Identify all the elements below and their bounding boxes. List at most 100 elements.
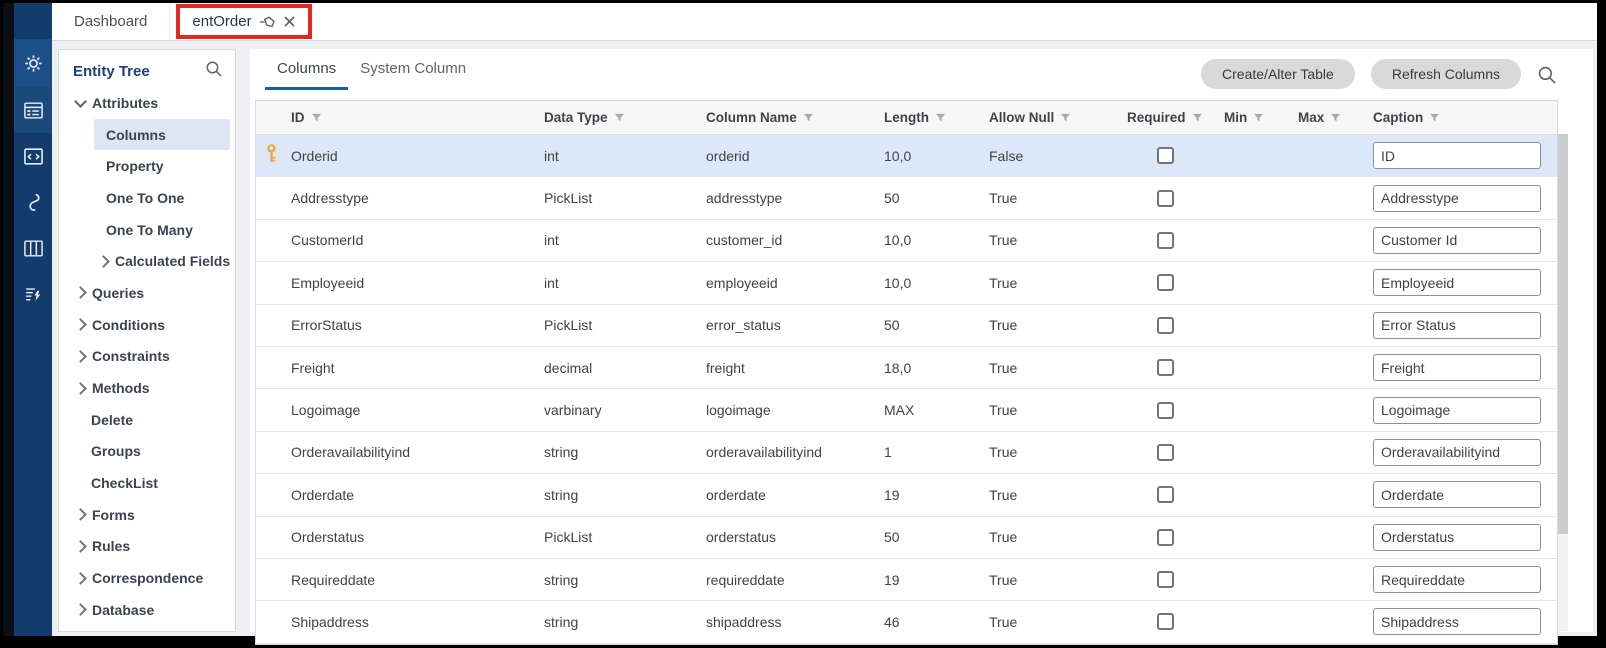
required-checkbox[interactable] bbox=[1156, 443, 1174, 461]
filter-icon[interactable] bbox=[935, 113, 946, 123]
vertical-scrollbar[interactable] bbox=[1558, 134, 1568, 631]
filter-icon[interactable] bbox=[1429, 113, 1440, 123]
table-row[interactable]: Orderstatus PickList orderstatus 50 True bbox=[256, 516, 1557, 559]
tree-item-conditions[interactable]: Conditions bbox=[59, 309, 235, 341]
caption-input[interactable] bbox=[1373, 226, 1541, 254]
table-row[interactable]: ErrorStatus PickList error_status 50 Tru… bbox=[256, 304, 1557, 347]
required-checkbox[interactable] bbox=[1156, 189, 1174, 207]
required-checkbox[interactable] bbox=[1156, 571, 1174, 589]
tab-dashboard[interactable]: Dashboard bbox=[52, 3, 171, 40]
scrollbar-thumb[interactable] bbox=[1558, 134, 1568, 534]
required-checkbox[interactable] bbox=[1156, 528, 1174, 546]
chevron-right-icon bbox=[97, 254, 110, 268]
column-header-max[interactable]: Max bbox=[1288, 110, 1364, 125]
caption-input[interactable] bbox=[1373, 184, 1541, 212]
main-column: Dashboard entOrder Entity Tree Attribute… bbox=[52, 3, 1597, 645]
tree-search-icon[interactable] bbox=[205, 60, 223, 83]
table-row[interactable]: Freight decimal freight 18,0 True bbox=[256, 346, 1557, 390]
refresh-columns-button[interactable]: Refresh Columns bbox=[1370, 59, 1521, 89]
filter-icon[interactable] bbox=[1060, 113, 1071, 123]
required-checkbox[interactable] bbox=[1156, 316, 1174, 334]
table-row[interactable]: Addresstype PickList addresstype 50 True bbox=[256, 177, 1557, 220]
tree-item-correspondence[interactable]: Correspondence bbox=[59, 562, 235, 594]
tree-item-columns[interactable]: Columns bbox=[94, 118, 230, 151]
tab-system-column[interactable]: System Column bbox=[348, 49, 478, 90]
create-alter-table-button[interactable]: Create/Alter Table bbox=[1201, 59, 1355, 89]
tree-item-forms[interactable]: Forms bbox=[59, 499, 235, 531]
panel-header: Columns System Column Create/Alter Table… bbox=[250, 49, 1593, 93]
tree-item-rules[interactable]: Rules bbox=[59, 531, 235, 563]
column-header-caption[interactable]: Caption bbox=[1364, 110, 1557, 125]
sidebar-item-code[interactable] bbox=[14, 133, 52, 179]
required-checkbox[interactable] bbox=[1156, 231, 1174, 249]
caption-input[interactable] bbox=[1373, 354, 1541, 382]
tab-entorder[interactable]: entOrder bbox=[180, 8, 307, 35]
chevron-right-icon bbox=[74, 349, 87, 363]
table-row[interactable]: Orderid int orderid 10,0 False bbox=[256, 135, 1557, 178]
chevron-right-icon bbox=[74, 508, 87, 522]
sidebar-item-entities[interactable] bbox=[14, 87, 52, 133]
caption-input[interactable] bbox=[1373, 523, 1541, 551]
table-row[interactable]: CustomerId int customer_id 10,0 True bbox=[256, 219, 1557, 263]
caption-input[interactable] bbox=[1373, 311, 1541, 339]
required-checkbox[interactable] bbox=[1156, 401, 1174, 419]
required-checkbox[interactable] bbox=[1156, 147, 1174, 165]
column-header-id[interactable]: ID bbox=[256, 110, 530, 125]
caption-input[interactable] bbox=[1373, 566, 1541, 594]
filter-icon[interactable] bbox=[1253, 113, 1264, 123]
chevron-right-icon bbox=[74, 286, 87, 300]
caption-input[interactable] bbox=[1373, 142, 1541, 170]
required-checkbox[interactable] bbox=[1156, 613, 1174, 631]
filter-icon[interactable] bbox=[614, 113, 625, 123]
chevron-right-icon bbox=[74, 540, 87, 553]
search-icon[interactable] bbox=[1537, 65, 1557, 85]
tree-item-attributes[interactable]: Attributes bbox=[59, 87, 235, 119]
column-header-allow-null[interactable]: Allow Null bbox=[978, 110, 1116, 125]
sidebar-item-settings[interactable] bbox=[14, 39, 52, 87]
tree-item-groups[interactable]: Groups bbox=[59, 436, 235, 468]
column-header-data-type[interactable]: Data Type bbox=[530, 110, 696, 125]
table-row[interactable]: Orderavailabilityind string orderavailab… bbox=[256, 431, 1557, 475]
sidebar-item-columns-layout[interactable] bbox=[14, 225, 52, 271]
required-checkbox[interactable] bbox=[1156, 274, 1174, 292]
table-row[interactable]: Requireddate string requireddate 19 True bbox=[256, 558, 1557, 602]
caption-input[interactable] bbox=[1373, 396, 1541, 424]
pin-icon[interactable] bbox=[259, 15, 276, 29]
tree-item-constraints[interactable]: Constraints bbox=[59, 341, 235, 373]
panel-tabs: Columns System Column bbox=[250, 49, 478, 90]
table-row[interactable]: Logoimage varbinary logoimage MAX True bbox=[256, 389, 1557, 432]
tree-item-database[interactable]: Database bbox=[59, 594, 235, 626]
filter-icon[interactable] bbox=[1192, 113, 1203, 123]
tree-item-one-to-one[interactable]: One To One bbox=[59, 182, 235, 214]
column-header-column-name[interactable]: Column Name bbox=[696, 110, 874, 125]
tab-columns[interactable]: Columns bbox=[265, 49, 349, 90]
required-checkbox[interactable] bbox=[1156, 486, 1174, 504]
caption-input[interactable] bbox=[1373, 608, 1541, 636]
column-header-required[interactable]: Required bbox=[1116, 110, 1214, 125]
filter-icon[interactable] bbox=[1330, 113, 1341, 123]
tree-item-checklist[interactable]: CheckList bbox=[59, 467, 235, 499]
column-header-length[interactable]: Length bbox=[874, 110, 978, 125]
filter-icon[interactable] bbox=[311, 113, 322, 123]
column-header-min[interactable]: Min bbox=[1214, 110, 1288, 125]
table-row[interactable]: Employeeid int employeeid 10,0 True bbox=[256, 262, 1557, 305]
sidebar-item-hook[interactable] bbox=[14, 179, 52, 225]
tree-item-calculated-fields[interactable]: Calculated Fields bbox=[59, 245, 235, 277]
tree-item-queries[interactable]: Queries bbox=[59, 277, 235, 309]
tree-item-methods[interactable]: Methods bbox=[59, 372, 235, 404]
tree-item-property[interactable]: Property bbox=[59, 150, 235, 182]
entity-tree-title: Entity Tree bbox=[73, 63, 150, 80]
app-frame: Dashboard entOrder Entity Tree Attribute… bbox=[3, 3, 1597, 645]
caption-input[interactable] bbox=[1373, 269, 1541, 297]
filter-icon[interactable] bbox=[803, 113, 814, 123]
tree-item-delete[interactable]: Delete bbox=[59, 404, 235, 436]
close-icon[interactable] bbox=[283, 15, 296, 28]
columns-panel: Columns System Column Create/Alter Table… bbox=[250, 49, 1593, 645]
caption-input[interactable] bbox=[1373, 481, 1541, 509]
required-checkbox[interactable] bbox=[1156, 359, 1174, 377]
tree-item-one-to-many[interactable]: One To Many bbox=[59, 214, 235, 246]
sidebar-item-actions[interactable] bbox=[14, 271, 52, 317]
table-row[interactable]: Orderdate string orderdate 19 True bbox=[256, 474, 1557, 517]
caption-input[interactable] bbox=[1373, 438, 1541, 466]
table-row[interactable]: Shipaddress string shipaddress 46 True bbox=[256, 601, 1557, 644]
